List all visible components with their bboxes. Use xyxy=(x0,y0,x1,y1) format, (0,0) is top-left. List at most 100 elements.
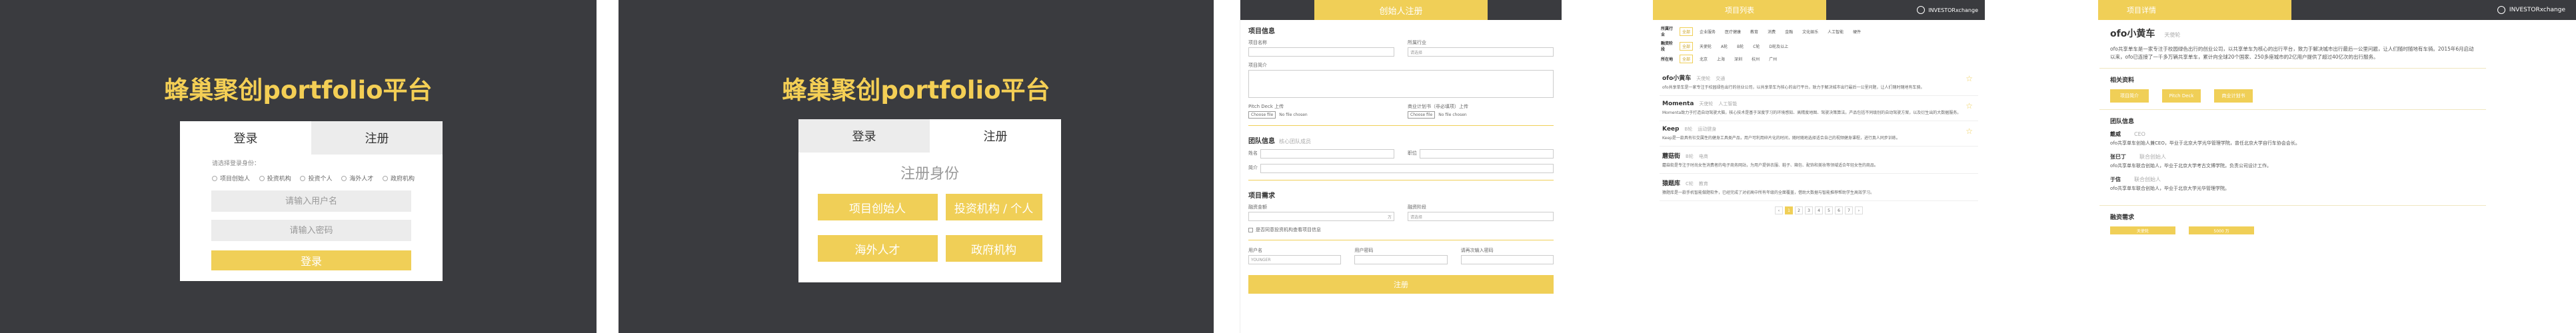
filter-chip[interactable]: 人工智能 xyxy=(1825,27,1846,36)
name-input[interactable] xyxy=(1260,149,1394,159)
project-description: 蘑菇街是专注于时尚女性消费者的电子商务网站，为用户提供衣服、鞋子、箱包、配饰和美… xyxy=(1662,163,1879,168)
role-option[interactable]: 投资机构 xyxy=(259,174,291,182)
identity-investor-button[interactable]: 投资机构 / 个人 xyxy=(945,194,1042,220)
title-input[interactable] xyxy=(1420,149,1554,159)
funding-section: 融资需求 天使轮 5000 万 xyxy=(2099,206,2486,241)
settings-icon[interactable] xyxy=(2497,6,2505,14)
tab-login[interactable]: 登录 xyxy=(180,121,311,155)
role-option[interactable]: 投资个人 xyxy=(300,174,332,182)
choose-file-button[interactable]: Choose file xyxy=(1248,111,1276,119)
filter-chip[interactable]: 北京 xyxy=(1697,55,1710,63)
checkbox-icon[interactable] xyxy=(1248,227,1253,232)
role-option[interactable]: 政府机构 xyxy=(382,174,415,182)
page-button[interactable]: 5 xyxy=(1825,206,1833,214)
fund-amount-input[interactable]: 万 xyxy=(1248,212,1394,221)
filter-chip[interactable]: 深圳 xyxy=(1732,55,1745,63)
settings-icon[interactable] xyxy=(1917,6,1926,14)
page-button[interactable]: 3 xyxy=(1805,206,1813,214)
pitch-deck-upload: Choose file No file chosen xyxy=(1248,111,1394,119)
bio-input[interactable] xyxy=(1260,164,1554,173)
filter-chip[interactable]: 全部 xyxy=(1680,27,1694,36)
project-tag: 人工智能 xyxy=(1718,101,1738,107)
filter-chip[interactable]: D轮及以上 xyxy=(1766,42,1791,51)
filter-chip[interactable]: 广州 xyxy=(1766,55,1780,63)
team-member: 戴威 CEO ofo共享单车创始人兼CEO，毕业于北京大学光华管理学院，曾任北京大学… xyxy=(2110,131,2300,146)
star-icon[interactable]: ☆ xyxy=(1965,127,1973,136)
intro-textarea[interactable] xyxy=(1248,70,1554,98)
filter-chip[interactable]: 天使轮 xyxy=(1697,42,1714,51)
filter-panel: 所属行业 全部 企业服务 医疗健康 教育 消费 金融 文化娱乐 人工智能 硬件 融资阶段 全部 天使轮 A… xyxy=(1653,20,1985,69)
page-button[interactable]: 1 xyxy=(1785,206,1793,214)
industry-select[interactable]: 请选择 xyxy=(1408,47,1554,57)
page-button[interactable]: 6 xyxy=(1835,206,1843,214)
account-input[interactable]: YOUNGER xyxy=(1248,255,1342,264)
password-input[interactable] xyxy=(1354,255,1448,264)
project-stage: 天使轮 xyxy=(2164,32,2181,38)
project-name[interactable]: Keep xyxy=(1662,126,1679,133)
star-icon[interactable]: ☆ xyxy=(1965,74,1973,83)
login-button[interactable]: 登录 xyxy=(211,250,411,270)
radio-icon[interactable] xyxy=(212,175,217,181)
page-button[interactable]: 7 xyxy=(1845,206,1853,214)
brand-name: INVESTORxchange xyxy=(2509,7,2565,13)
radio-icon[interactable] xyxy=(300,175,306,181)
filter-chip[interactable]: 全部 xyxy=(1680,55,1694,63)
identity-overseas-button[interactable]: 海外人才 xyxy=(817,235,938,262)
register-submit-button[interactable]: 注册 xyxy=(1248,275,1554,294)
app-title: 蜂巢聚创portfolio平台 xyxy=(164,76,433,105)
page-button[interactable]: 2 xyxy=(1795,206,1803,214)
username-input[interactable] xyxy=(211,190,411,212)
identity-founder-button[interactable]: 项目创始人 xyxy=(817,194,938,220)
project-name[interactable]: ofo小黄车 xyxy=(1662,75,1691,82)
radio-icon[interactable] xyxy=(259,175,265,181)
filter-chip[interactable]: 杭州 xyxy=(1749,55,1762,63)
project-card[interactable]: ofo小黄车 天使轮 交通 ofo共享单车是一家专注于校园绿色出行的创业公司，以共享单… xyxy=(1660,69,1978,96)
page-button[interactable]: ‹ xyxy=(1775,206,1783,214)
choose-file-button[interactable]: Choose file xyxy=(1408,111,1436,119)
filter-chip[interactable]: 医疗健康 xyxy=(1722,27,1744,36)
agree-checkbox-row[interactable]: 是否同意投资机构查看项目信息 xyxy=(1240,224,1562,236)
password2-label: 请再次输入密码 xyxy=(1460,248,1494,253)
login-tabs: 登录 注册 xyxy=(180,121,443,155)
project-card[interactable]: Momenta 天使轮 人工智能 Momenta致力于打造自动驾驶大脑，核心技术是基于… xyxy=(1660,96,1978,121)
radio-icon[interactable] xyxy=(382,175,388,181)
tab-login[interactable]: 登录 xyxy=(798,119,930,153)
material-bp-button[interactable]: 商业计划书 xyxy=(2214,89,2253,103)
page-button[interactable]: › xyxy=(1855,206,1863,214)
identity-label: 注册身份 xyxy=(900,166,959,182)
filter-chip[interactable]: B轮 xyxy=(1734,42,1746,51)
filter-chip[interactable]: 教育 xyxy=(1748,27,1761,36)
filter-chip[interactable]: 上海 xyxy=(1714,55,1728,63)
tab-register[interactable]: 注册 xyxy=(311,121,443,155)
fund-stage-select[interactable]: 请选择 xyxy=(1408,212,1554,221)
top-bar: 项目列表 INVESTORxchange xyxy=(1653,0,1985,20)
account-label: 用户名 xyxy=(1248,248,1262,253)
project-name[interactable]: 猿题库 xyxy=(1662,180,1680,187)
filter-chip[interactable]: 企业服务 xyxy=(1697,27,1718,36)
project-name-input[interactable] xyxy=(1248,47,1394,57)
identity-government-button[interactable]: 政府机构 xyxy=(945,235,1042,262)
filter-chip[interactable]: 硬件 xyxy=(1850,27,1864,36)
filter-chip[interactable]: C轮 xyxy=(1750,42,1762,51)
project-card[interactable]: 猿题库 C轮 教育 猿题库是一款手机智能做题软件，已经完成了对初高中所有年级的全面覆盖… xyxy=(1660,174,1978,201)
page-button[interactable]: 4 xyxy=(1815,206,1823,214)
project-card[interactable]: Keep B轮 运动健身 Keep是一款具有社交属性的健身工具类产品，用户可利用碎片化… xyxy=(1660,121,1978,147)
filter-chip[interactable]: 金融 xyxy=(1782,27,1796,36)
project-name[interactable]: 蘑菇街 xyxy=(1662,153,1680,160)
material-pitch-button[interactable]: Pitch Deck xyxy=(2162,89,2201,103)
role-option[interactable]: 项目创始人 xyxy=(212,174,250,182)
password2-input[interactable] xyxy=(1460,255,1554,264)
password-input[interactable] xyxy=(211,220,411,241)
role-option[interactable]: 海外人才 xyxy=(341,174,373,182)
project-name[interactable]: Momenta xyxy=(1662,101,1694,107)
filter-chip[interactable]: 消费 xyxy=(1765,27,1778,36)
filter-chip[interactable]: A轮 xyxy=(1718,42,1730,51)
filter-chip[interactable]: 文化娱乐 xyxy=(1800,27,1821,36)
tab-register[interactable]: 注册 xyxy=(930,119,1061,153)
material-intro-button[interactable]: 项目简介 xyxy=(2110,89,2149,103)
radio-icon[interactable] xyxy=(341,175,347,181)
project-description: 猿题库是一款手机智能做题软件，已经完成了对初高中所有年级的全面覆盖，借助大数据与… xyxy=(1662,190,1875,195)
filter-chip[interactable]: 全部 xyxy=(1680,41,1694,51)
star-icon[interactable]: ☆ xyxy=(1965,101,1973,111)
project-card[interactable]: 蘑菇街 B轮 电商 蘑菇街是专注于时尚女性消费者的电子商务网站，为用户提供衣服、鞋子、… xyxy=(1660,147,1978,174)
